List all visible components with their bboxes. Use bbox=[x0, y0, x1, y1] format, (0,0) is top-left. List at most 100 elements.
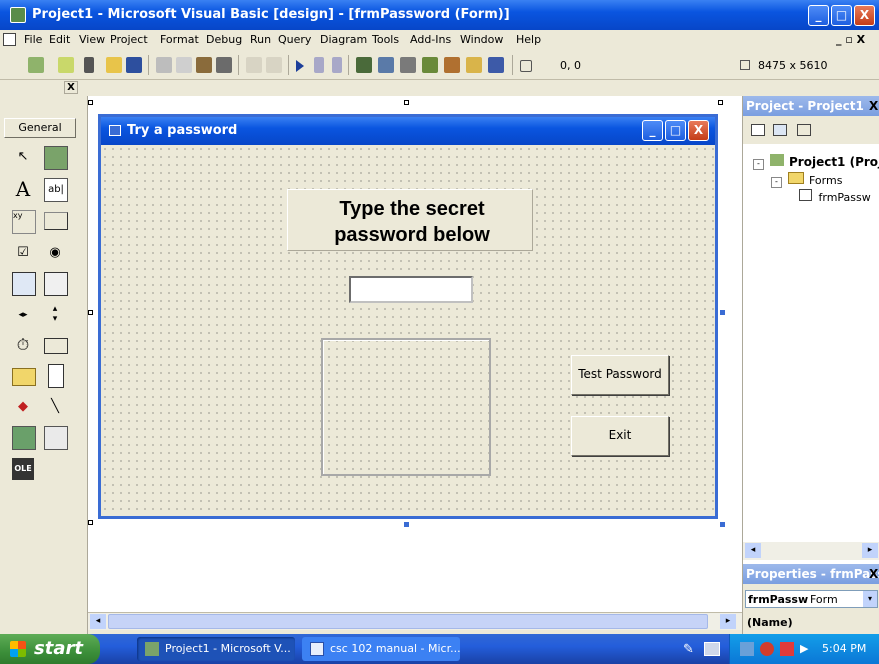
menu-diagram[interactable]: Diagram bbox=[320, 33, 367, 46]
project-explorer-icon[interactable] bbox=[356, 57, 372, 73]
project-explorer-close[interactable]: X bbox=[869, 99, 878, 113]
project-explorer-title-bar[interactable]: Project - Project1 X bbox=[743, 96, 879, 116]
frame-icon[interactable]: xy bbox=[12, 210, 36, 234]
visual-component-manager-icon[interactable] bbox=[488, 57, 504, 73]
form-title-bar[interactable]: Try a password _ □ X bbox=[101, 117, 715, 145]
break-icon[interactable] bbox=[314, 57, 324, 73]
menu-addins[interactable]: Add-Ins bbox=[410, 33, 451, 46]
menu-file[interactable]: File bbox=[24, 33, 42, 46]
view-code-icon[interactable] bbox=[751, 124, 765, 136]
mdi-window-controls[interactable]: _ ▫ X bbox=[836, 33, 865, 46]
form-canvas[interactable]: Type the secret password below Test Pass… bbox=[101, 145, 715, 516]
form-menu-icon[interactable] bbox=[3, 33, 16, 46]
view-object-icon[interactable] bbox=[773, 124, 787, 136]
menu-query[interactable]: Query bbox=[278, 33, 311, 46]
add-form-icon[interactable] bbox=[58, 57, 74, 73]
commandbutton-icon[interactable] bbox=[44, 212, 68, 230]
save-icon[interactable] bbox=[126, 57, 142, 73]
properties-name-row[interactable]: (Name) bbox=[747, 616, 793, 629]
menu-view[interactable]: View bbox=[79, 33, 105, 46]
resize-handle[interactable] bbox=[88, 100, 93, 105]
listbox-icon[interactable] bbox=[44, 272, 68, 296]
password-textbox[interactable] bbox=[349, 276, 473, 303]
menu-debug[interactable]: Debug bbox=[206, 33, 242, 46]
hscrollbar-icon[interactable]: ◂▸ bbox=[12, 304, 34, 326]
properties-title-bar[interactable]: Properties - frmPass X bbox=[743, 564, 879, 584]
display-frame[interactable] bbox=[321, 338, 491, 476]
collapse-icon[interactable]: - bbox=[771, 177, 782, 188]
start-icon[interactable] bbox=[296, 60, 304, 72]
close-button[interactable]: X bbox=[854, 5, 875, 26]
data-view-icon[interactable] bbox=[466, 57, 482, 73]
maximize-button[interactable]: □ bbox=[831, 5, 852, 26]
form-minimize-button[interactable]: _ bbox=[642, 120, 663, 141]
start-button[interactable]: start bbox=[0, 634, 100, 664]
project-tree-form-item[interactable]: frmPassw bbox=[799, 189, 871, 204]
project-tree-root[interactable]: - Project1 (Proje bbox=[753, 154, 879, 170]
designer-hscrollbar[interactable]: ◂ ▸ bbox=[88, 612, 742, 630]
line-icon[interactable]: ╲ bbox=[44, 396, 66, 418]
exit-button[interactable]: Exit bbox=[571, 416, 669, 456]
properties-window-icon[interactable] bbox=[378, 57, 394, 73]
dirlistbox-icon[interactable] bbox=[12, 368, 36, 386]
taskbar-item-word[interactable]: csc 102 manual - Micr... bbox=[302, 637, 460, 661]
menu-run[interactable]: Run bbox=[250, 33, 271, 46]
filelistbox-icon[interactable] bbox=[48, 364, 64, 388]
checkbox-icon[interactable]: ☑ bbox=[12, 242, 34, 264]
menu-editor-icon[interactable] bbox=[84, 57, 94, 73]
redo-icon[interactable] bbox=[266, 57, 282, 73]
scroll-left-arrow[interactable]: ◂ bbox=[90, 614, 106, 629]
open-icon[interactable] bbox=[106, 57, 122, 73]
menu-format[interactable]: Format bbox=[160, 33, 199, 46]
image-icon[interactable] bbox=[12, 426, 36, 450]
combobox-icon[interactable] bbox=[12, 272, 36, 296]
quicklaunch-pen-icon[interactable]: ✎ bbox=[683, 642, 697, 657]
taskbar-item-vb[interactable]: Project1 - Microsoft V... bbox=[137, 637, 295, 661]
instruction-label[interactable]: Type the secret password below bbox=[287, 189, 533, 251]
textbox-icon[interactable]: ab| bbox=[44, 178, 68, 202]
find-icon[interactable] bbox=[216, 57, 232, 73]
scroll-left-arrow[interactable]: ◂ bbox=[745, 543, 761, 558]
object-browser-icon[interactable] bbox=[422, 57, 438, 73]
project-tree-forms-folder[interactable]: - Forms bbox=[771, 172, 842, 188]
resize-handle[interactable] bbox=[720, 310, 725, 315]
menu-tools[interactable]: Tools bbox=[372, 33, 399, 46]
toolbox-icon[interactable] bbox=[444, 57, 460, 73]
resize-handle[interactable] bbox=[88, 310, 93, 315]
menu-project[interactable]: Project bbox=[110, 33, 148, 46]
menu-help[interactable]: Help bbox=[516, 33, 541, 46]
copy-icon[interactable] bbox=[176, 57, 192, 73]
tray-antivirus-icon[interactable] bbox=[780, 642, 794, 656]
add-project-icon[interactable] bbox=[28, 57, 44, 73]
resize-handle[interactable] bbox=[88, 520, 93, 525]
properties-object-combo[interactable]: frmPassw Form ▾ bbox=[745, 590, 878, 608]
minimize-button[interactable]: _ bbox=[808, 5, 829, 26]
project-hscrollbar[interactable]: ◂ ▸ bbox=[743, 542, 879, 560]
data-icon[interactable] bbox=[44, 426, 68, 450]
toggle-folders-icon[interactable] bbox=[797, 124, 811, 136]
drivelistbox-icon[interactable] bbox=[44, 338, 68, 354]
toolbox-tab-general[interactable]: General bbox=[4, 118, 76, 138]
optionbutton-icon[interactable]: ◉ bbox=[44, 242, 66, 264]
form-window[interactable]: Try a password _ □ X Type the secret pas… bbox=[98, 114, 718, 519]
test-password-button[interactable]: Test Password bbox=[571, 355, 669, 395]
ole-icon[interactable]: OLE bbox=[12, 458, 34, 480]
vscrollbar-icon[interactable]: ▴ ▾ bbox=[44, 304, 66, 326]
form-close-button[interactable]: X bbox=[688, 120, 709, 141]
collapse-icon[interactable]: - bbox=[753, 159, 764, 170]
end-icon[interactable] bbox=[332, 57, 342, 73]
scroll-right-arrow[interactable]: ▸ bbox=[862, 543, 878, 558]
chevron-down-icon[interactable]: ▾ bbox=[863, 591, 877, 607]
scroll-right-arrow[interactable]: ▸ bbox=[720, 614, 736, 629]
paste-icon[interactable] bbox=[196, 57, 212, 73]
resize-handle[interactable] bbox=[404, 522, 409, 527]
cut-icon[interactable] bbox=[156, 57, 172, 73]
pointer-icon[interactable]: ↖ bbox=[12, 146, 34, 168]
scroll-thumb[interactable] bbox=[108, 614, 708, 629]
form-maximize-button[interactable]: □ bbox=[665, 120, 686, 141]
timer-icon[interactable]: ⏱ bbox=[12, 334, 34, 356]
resize-handle[interactable] bbox=[720, 522, 725, 527]
menu-window[interactable]: Window bbox=[460, 33, 503, 46]
undo-icon[interactable] bbox=[246, 57, 262, 73]
resize-handle[interactable] bbox=[718, 100, 723, 105]
